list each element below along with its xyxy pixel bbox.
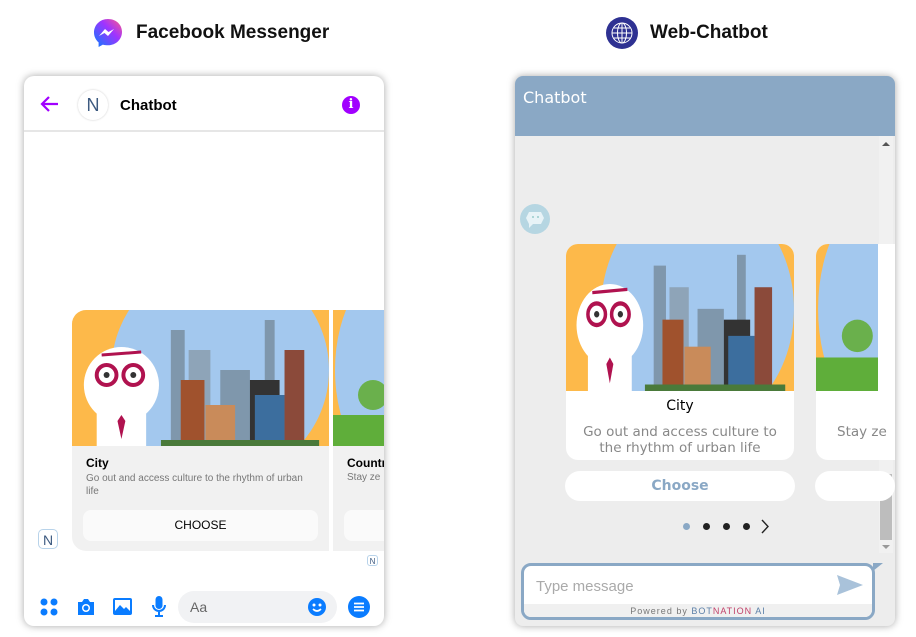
info-icon[interactable]: i bbox=[342, 96, 360, 114]
city-image bbox=[566, 244, 794, 391]
microphone-icon[interactable] bbox=[152, 596, 166, 617]
choose-button[interactable]: Choose bbox=[565, 471, 795, 501]
country-image bbox=[333, 310, 384, 446]
message-input[interactable]: Aa bbox=[178, 591, 337, 623]
choose-button[interactable] bbox=[815, 471, 895, 501]
page-dot-active[interactable] bbox=[683, 523, 690, 530]
messenger-logo-icon bbox=[94, 19, 122, 47]
chevron-right-icon[interactable] bbox=[761, 519, 770, 534]
bot-avatar: N bbox=[78, 90, 108, 120]
input-placeholder: Aa bbox=[190, 599, 208, 615]
card-title: City bbox=[666, 398, 694, 414]
powered-by: Powered by BOTNATION AI bbox=[524, 604, 872, 617]
city-image bbox=[72, 310, 329, 446]
messenger-heading: Facebook Messenger bbox=[92, 17, 329, 49]
card-description: Stay ze bbox=[837, 424, 887, 440]
choose-button[interactable]: CHOOSE bbox=[83, 510, 318, 541]
message-composer: Type message Powered by BOTNATION AI bbox=[521, 563, 875, 620]
page-dot[interactable] bbox=[703, 523, 710, 530]
card-title: Countr bbox=[347, 456, 384, 470]
composer-tail bbox=[873, 563, 883, 571]
page-dot[interactable] bbox=[723, 523, 730, 530]
brand-bot: BOT bbox=[691, 606, 713, 616]
message-input[interactable]: Type message bbox=[536, 578, 634, 595]
send-icon[interactable] bbox=[837, 575, 863, 595]
bot-avatar-icon bbox=[520, 204, 550, 234]
apps-icon[interactable] bbox=[40, 598, 58, 616]
scroll-up-icon[interactable] bbox=[882, 142, 890, 146]
camera-icon[interactable] bbox=[76, 598, 96, 616]
menu-icon[interactable] bbox=[348, 596, 370, 618]
gallery-icon[interactable] bbox=[113, 598, 132, 615]
back-arrow-icon[interactable] bbox=[39, 95, 59, 113]
globe-icon bbox=[606, 17, 638, 49]
page-dot[interactable] bbox=[743, 523, 750, 530]
scroll-down-icon[interactable] bbox=[882, 545, 890, 549]
messenger-header: N Chatbot i bbox=[24, 76, 384, 132]
bot-avatar-small: N bbox=[38, 529, 58, 549]
web-chat-header: Chatbot bbox=[515, 76, 895, 136]
messenger-window: N Chatbot i City Go out and access cultu… bbox=[24, 76, 384, 626]
emoji-icon[interactable] bbox=[308, 598, 326, 616]
brand-ai: AI bbox=[752, 606, 766, 616]
seen-indicator-avatar: N bbox=[367, 555, 378, 566]
chat-title: Chatbot bbox=[120, 97, 177, 114]
carousel-card-city: City Go out and access culture to the rh… bbox=[72, 310, 329, 551]
web-chatbot-heading: Web-Chatbot bbox=[606, 17, 768, 49]
card-title: City bbox=[86, 456, 109, 470]
card-description: Stay ze bbox=[347, 472, 381, 483]
carousel-card-country: Stay ze bbox=[816, 244, 895, 460]
powered-prefix: Powered by bbox=[630, 606, 692, 616]
chat-title: Chatbot bbox=[523, 88, 587, 107]
choose-button[interactable] bbox=[344, 510, 384, 541]
carousel-card-city: City Go out and access culture to the rh… bbox=[566, 244, 794, 460]
country-image bbox=[816, 244, 878, 391]
card-description: Go out and access culture to the rhythm … bbox=[583, 424, 777, 456]
carousel-card-country: Countr Stay ze bbox=[333, 310, 384, 551]
card-description: Go out and access culture to the rhythm … bbox=[86, 473, 303, 497]
web-chatbot-window: Chatbot City Go out and access culture t… bbox=[515, 76, 895, 626]
brand-nation: NATION bbox=[712, 606, 753, 616]
